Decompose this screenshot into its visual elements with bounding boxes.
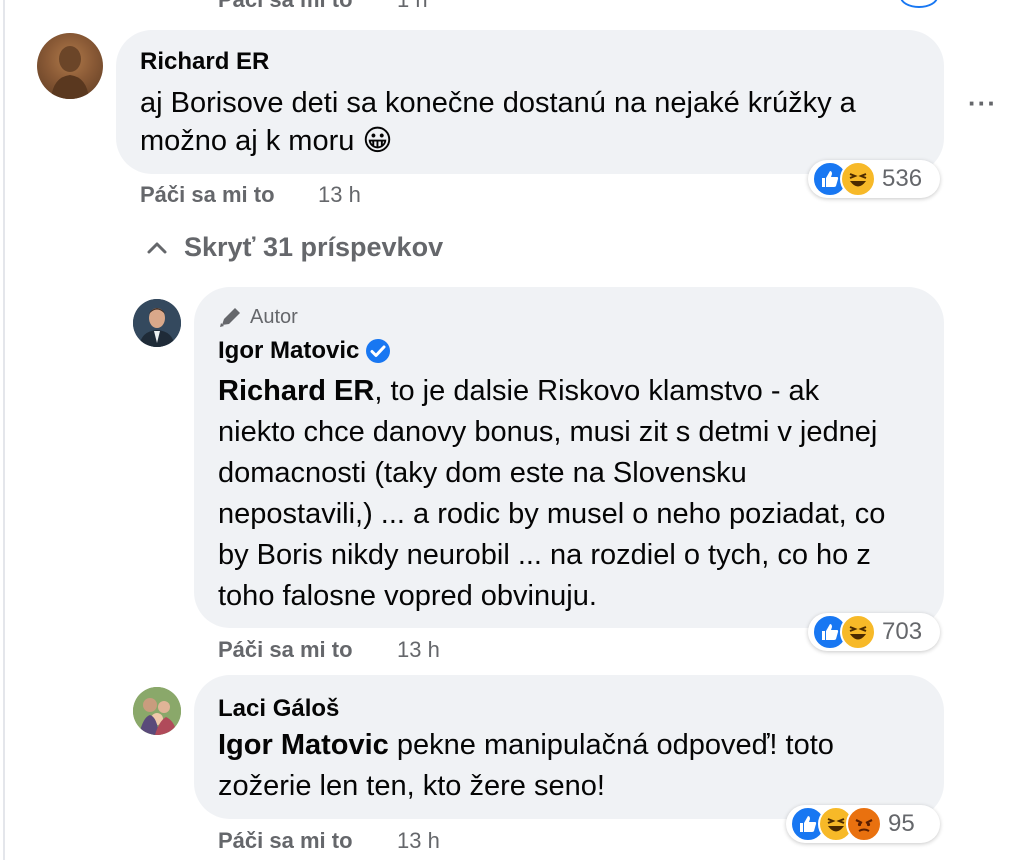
reaction-summary[interactable]: 536 [808,160,940,198]
like-action-previous[interactable]: Páči sa mi to [218,0,353,13]
avatar[interactable] [133,687,181,735]
like-action[interactable]: Páči sa mi to [218,828,353,854]
reply-text-line: domacnosti (taky dom este na Slovensku [218,457,747,489]
reply-text-line: Igor Matovic pekne manipulačná odpoveď! … [218,729,834,761]
reply-author[interactable]: Igor Matovic [218,337,359,365]
reply-text-line: Richard ER, to je dalsie Riskovo klamstv… [218,375,820,407]
pencil-icon [220,308,240,327]
mention-link[interactable]: Igor Matovic [218,729,389,761]
reply-author[interactable]: Laci Gáloš [218,695,339,723]
avatar-portrait-icon [133,299,181,347]
avatar-family-photo-icon [133,687,181,735]
reaction-count: 703 [882,618,923,645]
timestamp[interactable]: 13 h [397,637,440,663]
thread-line [3,0,5,860]
reaction-count: 95 [888,810,915,837]
comment-text-line: možno aj k moru 😀 [140,125,393,157]
reply-text-line: toho falosne vopred obvinuju. [218,580,597,612]
avatar-portrait-icon [51,46,89,99]
timestamp-previous[interactable]: 1 h [397,0,428,13]
author-badge: Autor [218,305,298,329]
reaction-count: 536 [882,165,923,192]
angry-reaction-icon [846,806,882,842]
haha-reaction-icon [840,614,876,650]
reply-bubble: Laci Gáloš Igor Matovic pekne manipulačn… [194,675,944,819]
reply-text-line: niekto chce danovy bonus, musi zit s det… [218,416,878,448]
reaction-summary[interactable]: 95 [786,805,940,843]
reply-text-line: zožerie len ten, kto žere seno! [218,770,605,802]
mention-link[interactable]: Richard ER [218,375,374,407]
timestamp[interactable]: 13 h [318,182,361,208]
reply-bubble: Autor Igor Matovic Richard ER, to je dal… [194,287,944,628]
like-action[interactable]: Páči sa mi to [218,637,353,663]
avatar[interactable] [133,299,181,347]
more-options-icon[interactable]: ··· [968,88,997,119]
reply-text-line: nepostavili,) ... a rodic by musel o neh… [218,498,886,530]
reply-text-line: by Boris nikdy neurobil ... na rozdiel o… [218,539,871,571]
author-badge-label: Autor [250,305,298,328]
like-action[interactable]: Páči sa mi to [140,182,275,208]
reaction-summary[interactable]: 703 [808,613,940,651]
verified-badge-icon [366,339,391,363]
comment-bubble: Richard ER aj Borisove deti sa konečne d… [116,30,944,174]
haha-reaction-icon [840,161,876,197]
timestamp[interactable]: 13 h [397,828,440,854]
comment-author[interactable]: Richard ER [140,48,269,76]
reaction-summary-previous[interactable] [900,0,938,8]
chevron-up-icon [147,242,167,253]
hide-replies-button[interactable]: Skryť 31 príspevkov [146,232,443,263]
avatar[interactable] [37,33,103,99]
hide-replies-label: Skryť 31 príspevkov [184,232,444,262]
comment-text-line: aj Borisove deti sa konečne dostanú na n… [140,87,856,119]
